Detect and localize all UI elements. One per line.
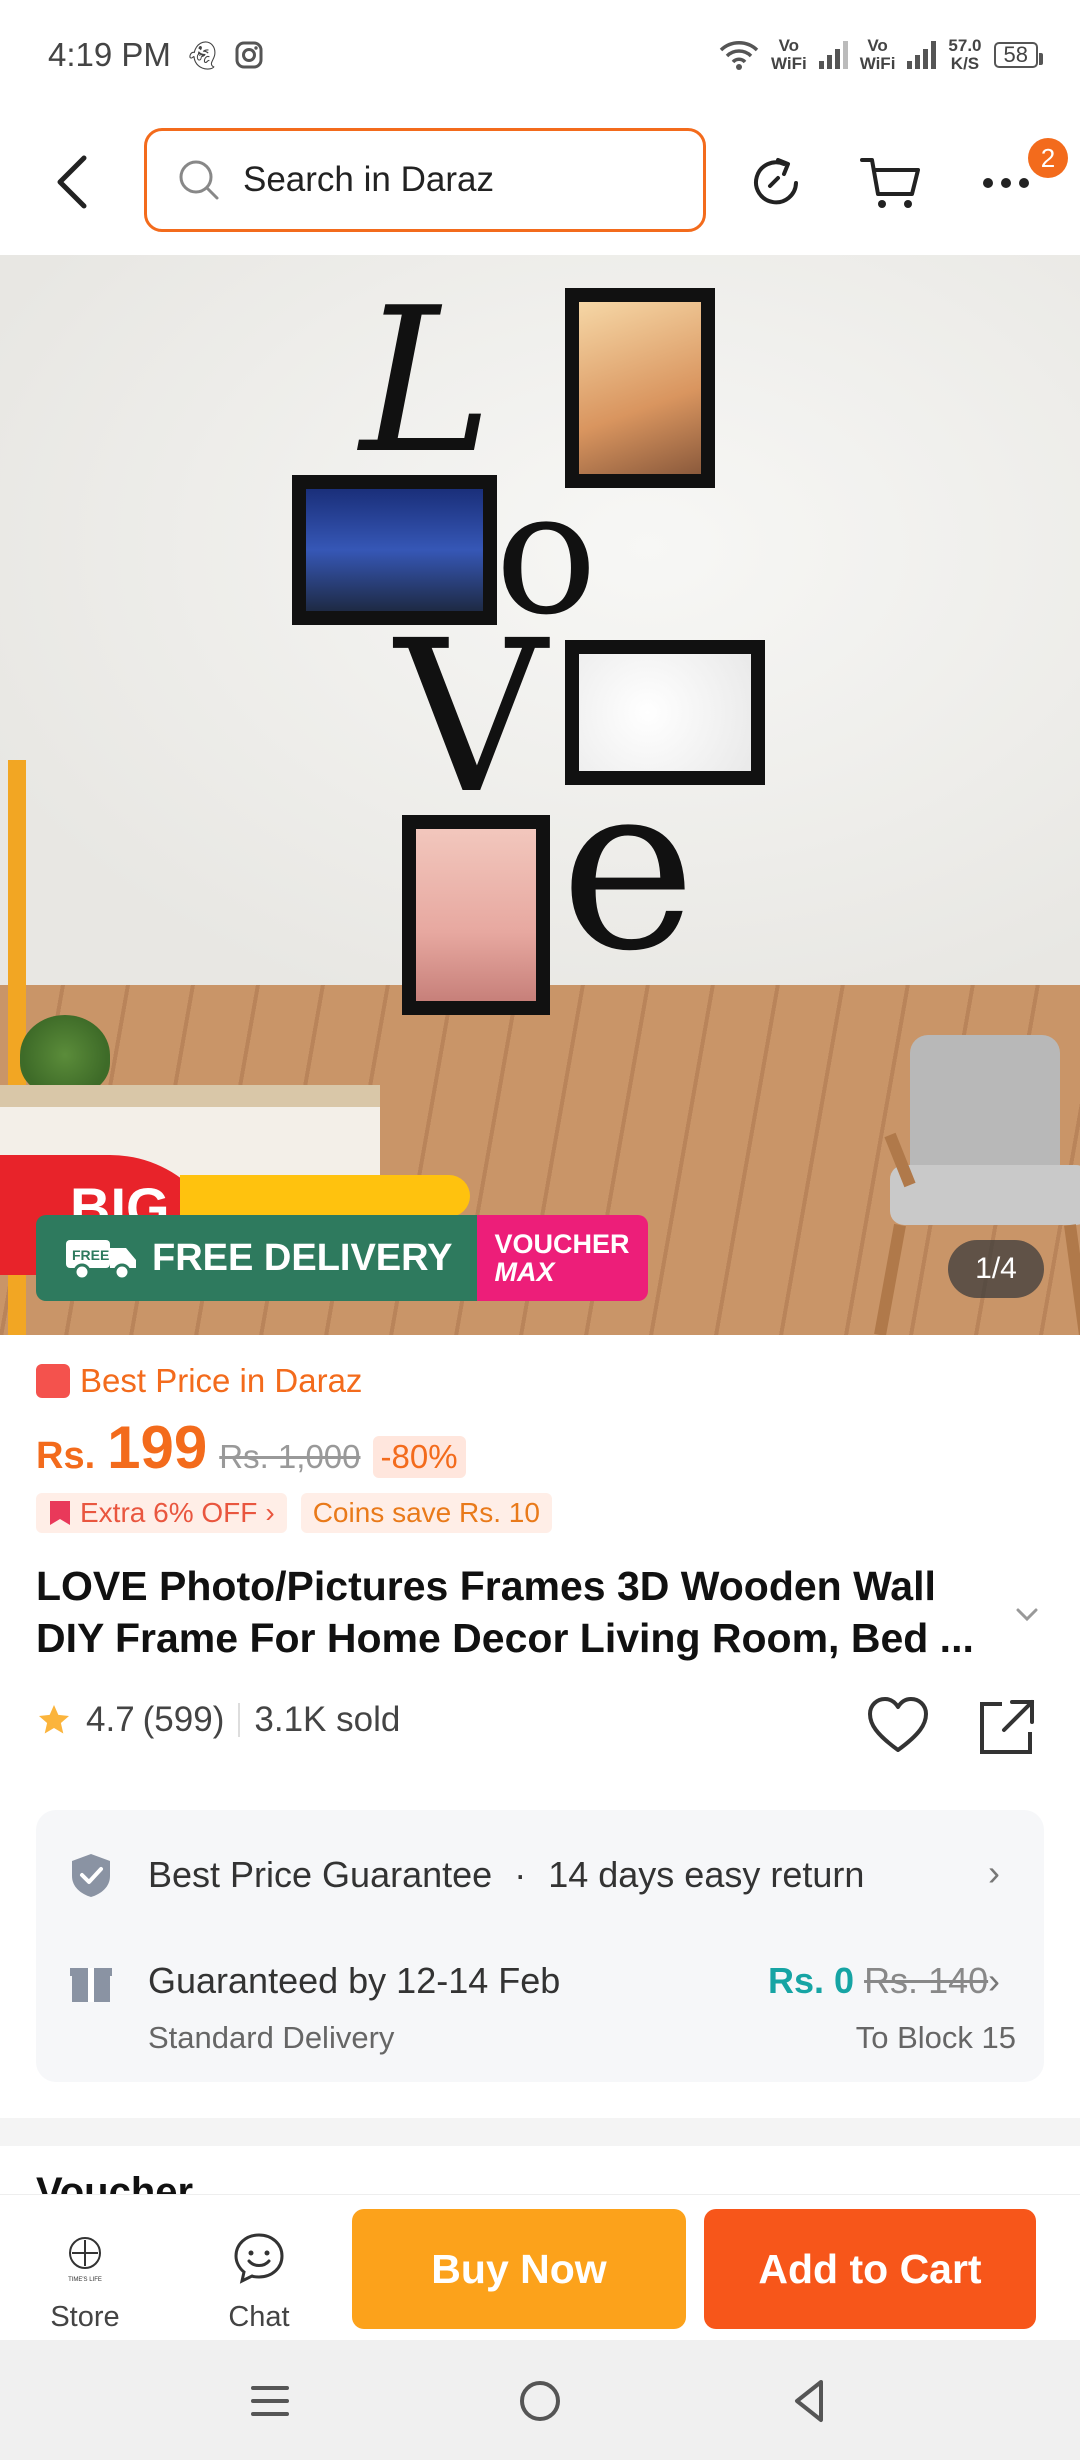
rating-row[interactable]: 4.7 (599) 3.1K sold [36, 1700, 400, 1740]
volte-indicator-1: Vo WiFi [770, 36, 807, 73]
separator-dot: · [514, 1854, 527, 1895]
current-price: 199 [107, 1414, 208, 1481]
guarantee-row[interactable]: Best Price Guarantee · 14 days easy retu… [148, 1854, 864, 1896]
top-header: Search in Daraz 2 [0, 110, 1080, 255]
photo-frame-3 [565, 640, 765, 785]
buy-now-button[interactable]: Buy Now [352, 2209, 686, 2329]
promo-stripe [180, 1175, 470, 1217]
signal-icon-1 [818, 41, 848, 69]
price-currency: Rs. [36, 1435, 96, 1477]
voucher-icon [50, 1501, 70, 1525]
chat-label: Chat [228, 2301, 290, 2333]
photo-frame-2 [292, 475, 497, 625]
letter-v: V [395, 595, 547, 840]
snapchat-icon: 👻︎ [184, 39, 221, 71]
search-placeholder: Search in Daraz [243, 160, 494, 199]
add-to-cart-button[interactable]: Add to Cart [704, 2209, 1036, 2329]
notification-badge: 2 [1028, 138, 1068, 178]
price-row: Rs. 199 Rs. 1,000 -80% [36, 1413, 466, 1482]
voucher-max-label: VOUCHER MAX [476, 1215, 648, 1301]
free-delivery-label: FREE FREE DELIVERY [36, 1215, 477, 1301]
search-input[interactable]: Search in Daraz [144, 128, 706, 232]
photo-frame-4 [402, 815, 550, 1015]
expand-title-chevron-icon[interactable] [1012, 1600, 1042, 1630]
delivery-destination[interactable]: To Block 15 [856, 2020, 1016, 2056]
guarantee-text: Best Price Guarantee [148, 1854, 493, 1895]
recent-apps-icon[interactable] [245, 2376, 295, 2426]
share-refresh-icon[interactable] [744, 150, 810, 216]
voucher-max-text: MAX [494, 1257, 555, 1287]
free-tag: FREE [72, 1247, 109, 1263]
shield-check-icon [72, 1854, 110, 1897]
voucher-text: VOUCHER [494, 1229, 630, 1259]
delivery-truck-icon: FREE [66, 1240, 136, 1281]
delivery-box-icon [70, 1968, 112, 2002]
best-price-label: Best Price in Daraz [36, 1362, 362, 1400]
free-delivery-banner: FREE FREE DELIVERY VOUCHER MAX [36, 1215, 648, 1301]
coins-promo: Coins save Rs. 10 [300, 1493, 552, 1533]
section-divider [0, 2118, 1080, 2146]
delivery-fee: Rs. 0 Rs. 140 [768, 1960, 988, 2002]
status-right: Vo WiFi Vo WiFi 57.0 K/S 58 [719, 36, 1044, 73]
status-time: 4:19 PM [48, 36, 171, 73]
delivery-fee-current: Rs. 0 [768, 1960, 855, 2001]
wifi-icon [719, 41, 759, 70]
return-text: 14 days easy return [548, 1854, 865, 1895]
back-nav-icon[interactable] [785, 2376, 835, 2426]
rating-value: 4.7 [86, 1700, 135, 1739]
coins-text: Coins save Rs. 10 [312, 1497, 540, 1528]
photo-frame-1 [565, 288, 715, 488]
status-bar: 4:19 PM 👻︎ Vo WiFi Vo WiFi 57.0 K/S 58 [0, 0, 1080, 110]
chat-icon [234, 2233, 284, 2284]
rating-divider [238, 1703, 241, 1737]
bottom-action-bar: TIME'S LIFE Store Chat Buy Now Add to Ca… [0, 2194, 1080, 2340]
side-table-edge [0, 1085, 380, 1107]
delivery-fee-original: Rs. 140 [864, 1960, 989, 2001]
store-logo-icon: TIME'S LIFE [68, 2237, 102, 2283]
promo-row: Extra 6% OFF › Coins save Rs. 10 [36, 1493, 552, 1533]
extra-off-text: Extra 6% OFF [80, 1497, 258, 1528]
chat-button[interactable]: Chat [204, 2231, 314, 2334]
search-icon [179, 160, 219, 200]
star-icon [39, 1705, 69, 1734]
sold-count: 3.1K sold [254, 1700, 401, 1739]
price-tag-icon [36, 1364, 70, 1398]
system-nav-bar [0, 2340, 1080, 2460]
delivery-type: Standard Delivery [148, 2020, 395, 2055]
battery-indicator: 58 [993, 42, 1044, 68]
product-image-gallery[interactable]: L o V e BIG FREE FREE DELIVERY VOUCHER M… [0, 255, 1080, 1335]
next-section-heading: Voucher [36, 2170, 194, 2194]
delivery-chevron-right-icon[interactable]: › [988, 1960, 1000, 2002]
original-price: Rs. 1,000 [219, 1438, 361, 1475]
chevron-right-icon[interactable]: › [988, 1852, 1000, 1894]
instagram-icon [235, 41, 263, 69]
home-icon[interactable] [515, 2376, 565, 2426]
chevron-right-icon: › [265, 1497, 275, 1528]
heart-icon[interactable] [866, 1694, 930, 1758]
letter-l: L [360, 265, 493, 498]
back-arrow-icon[interactable] [48, 152, 98, 212]
network-speed: 57.0 K/S [948, 36, 982, 73]
status-left: 4:19 PM 👻︎ [48, 36, 264, 74]
free-delivery-text: FREE DELIVERY [152, 1236, 453, 1279]
signal-icon-2 [907, 41, 937, 69]
product-title: LOVE Photo/Pictures Frames 3D Wooden Wal… [36, 1563, 974, 1661]
delivery-title: Guaranteed by 12-14 Feb [148, 1960, 561, 2001]
store-logo-text: TIME'S LIFE [68, 2277, 102, 2283]
share-icon[interactable] [976, 1696, 1038, 1758]
store-button[interactable]: TIME'S LIFE Store [30, 2231, 140, 2334]
cart-icon[interactable] [858, 150, 924, 216]
volte-indicator-2: Vo WiFi [859, 36, 896, 73]
best-price-text: Best Price in Daraz [80, 1362, 363, 1399]
service-info-card: Best Price Guarantee · 14 days easy retu… [36, 1810, 1044, 2082]
store-label: Store [50, 2301, 120, 2333]
discount-badge: -80% [372, 1436, 466, 1478]
plant-decoration [20, 1015, 110, 1095]
image-counter: 1/4 [948, 1240, 1044, 1298]
extra-off-promo[interactable]: Extra 6% OFF › [36, 1493, 287, 1533]
rating-count: (599) [142, 1700, 225, 1739]
